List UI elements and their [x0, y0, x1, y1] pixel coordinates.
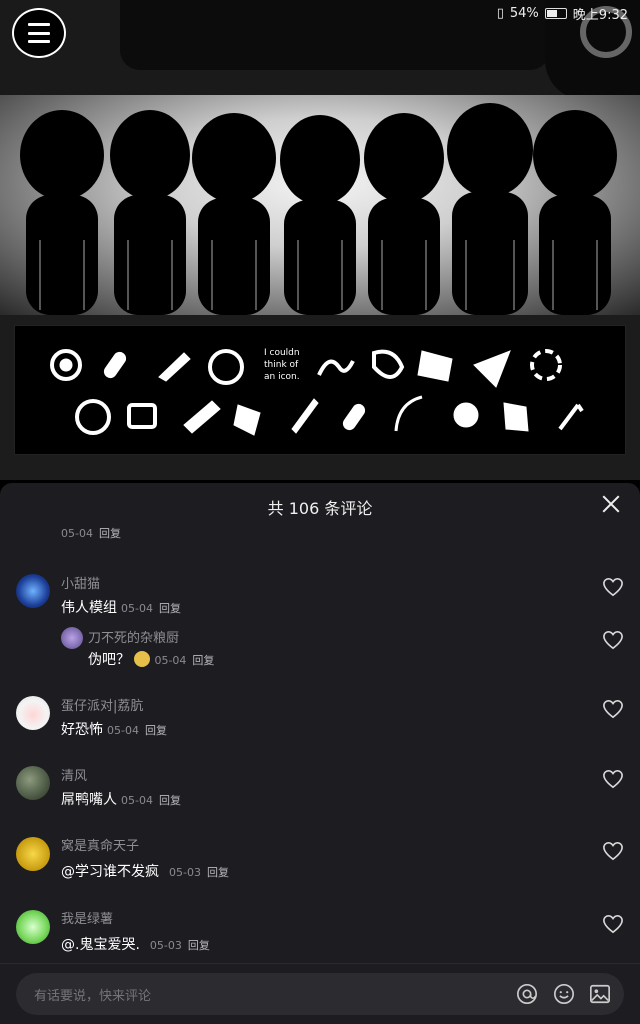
post-image: I couldn think of an icon.	[0, 0, 640, 480]
menu-icon	[28, 23, 50, 43]
comment-meta: 05-04 回复	[121, 602, 181, 615]
battery-fill	[546, 9, 557, 17]
comment-date: 05-03	[149, 939, 182, 952]
comment-text: 伟人模组 05-04 回复	[61, 597, 181, 617]
like-heart-icon[interactable]	[602, 841, 624, 861]
comment-body: 伟人模组	[61, 600, 117, 616]
comment-body: 好恐怖	[61, 722, 103, 738]
avatar[interactable]	[16, 837, 50, 871]
comment-date: 05-04	[121, 602, 153, 615]
avatar[interactable]	[16, 696, 50, 730]
panel-text-3: an icon.	[264, 372, 300, 382]
avatar[interactable]	[16, 910, 50, 944]
like-heart-icon[interactable]	[602, 769, 624, 789]
comment-username[interactable]: 我是绿薯	[61, 908, 113, 927]
vibrate-icon: ▯	[496, 5, 504, 21]
icon-glyphs: I couldn think of an icon.	[50, 348, 584, 436]
comments-title: 共 106 条评论	[267, 499, 373, 518]
comment-username[interactable]: 清风	[61, 765, 87, 784]
comment-text: 伪吧？ 05-04 回复	[88, 649, 214, 669]
reply-link[interactable]: 回复	[192, 654, 214, 667]
reply-link[interactable]: 回复	[159, 794, 181, 807]
avatar[interactable]	[61, 627, 83, 649]
divider	[0, 963, 640, 964]
comment-meta: 05-03 回复	[169, 866, 229, 879]
menu-button[interactable]	[12, 8, 66, 58]
reply-link[interactable]: 回复	[207, 866, 229, 879]
silhouettes-graphic	[20, 103, 617, 315]
comment-text: 屌鸭嘴人 05-04 回复	[61, 789, 181, 809]
comment-username[interactable]: 蛋仔派对|荔肮	[61, 695, 143, 714]
comment-date: 05-04	[61, 527, 93, 540]
avatar[interactable]	[16, 574, 50, 608]
comment-input-placeholder: 有话要说，快来评论	[34, 989, 152, 1004]
comment-date: 05-03	[169, 866, 201, 879]
comment-body: @.鬼宝爱哭.	[61, 937, 140, 953]
like-heart-icon[interactable]	[602, 630, 624, 650]
emoji-icon	[134, 651, 151, 667]
comment-meta: 05-03 回复	[150, 939, 210, 952]
comment-text: 好恐怖 05-04 回复	[61, 719, 167, 739]
panel-text-1: I couldn	[264, 348, 300, 358]
prev-comment-meta: 05-04 回复	[61, 525, 121, 541]
clock: 晚上9:32	[572, 7, 628, 23]
reply-link[interactable]: 回复	[159, 602, 181, 615]
comment-date: 05-04	[121, 794, 153, 807]
comment-date: 05-04	[154, 654, 187, 667]
comment-body: 伪吧？	[88, 652, 130, 668]
battery-icon	[544, 7, 567, 19]
comment-input[interactable]: 有话要说，快来评论	[16, 973, 624, 1015]
comment-username[interactable]: 小甜猫	[61, 573, 100, 592]
comment-meta: 05-04 回复	[121, 794, 181, 807]
status-bar: ▯ 54% 晚上9:32	[0, 0, 640, 26]
comments-sheet: 共 106 条评论 05-04 回复 小甜猫 伟人模组 05-04 回复 刀不死的杂粮…	[0, 483, 640, 1024]
comment-meta: 05-04 回复	[107, 724, 167, 737]
reply-link[interactable]: 回复	[99, 527, 121, 540]
reply-link[interactable]: 回复	[145, 724, 167, 737]
battery-percent: 54%	[509, 5, 539, 21]
comment-text: @学习谁不发疯 05-03 回复	[61, 861, 229, 881]
comment-meta: 05-04 回复	[154, 654, 214, 667]
like-heart-icon[interactable]	[602, 914, 624, 934]
comment-body: 屌鸭嘴人	[61, 792, 117, 808]
panel-text-2: think of	[264, 360, 299, 370]
reply-link[interactable]: 回复	[188, 939, 210, 952]
avatar[interactable]	[16, 766, 50, 800]
like-heart-icon[interactable]	[602, 699, 624, 719]
mention-icon[interactable]	[516, 983, 538, 1005]
comment-text: @.鬼宝爱哭. 05-03 回复	[61, 934, 210, 954]
like-heart-icon[interactable]	[602, 577, 624, 597]
close-icon[interactable]	[600, 493, 622, 515]
comment-username[interactable]: 窝是真命天子	[61, 835, 139, 854]
comment-body: @学习谁不发疯	[61, 864, 159, 880]
comment-date: 05-04	[107, 724, 139, 737]
comment-username[interactable]: 刀不死的杂粮厨	[88, 627, 179, 646]
image-icon[interactable]	[589, 983, 611, 1005]
emoji-icon[interactable]	[553, 983, 575, 1005]
